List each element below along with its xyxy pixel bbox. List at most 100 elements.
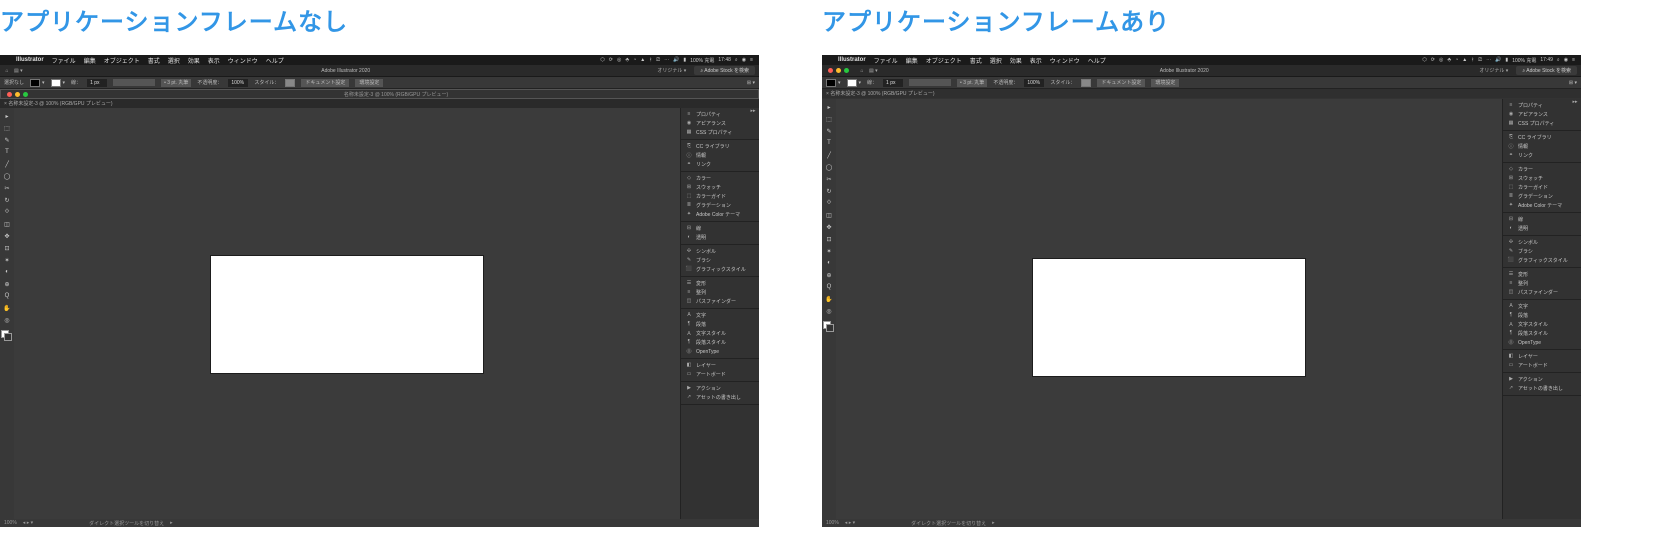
menu-view[interactable]: 表示 bbox=[1026, 56, 1046, 65]
panel-item[interactable]: ⊞スウォッチ bbox=[1503, 174, 1581, 183]
opacity-input[interactable]: 100% bbox=[228, 79, 248, 87]
tool-button[interactable]: Q bbox=[2, 291, 12, 301]
panel-item[interactable]: ⊟線 bbox=[1503, 215, 1581, 224]
panel-item[interactable]: ☰変形 bbox=[1503, 270, 1581, 279]
display-icon[interactable]: ⎚ bbox=[656, 57, 660, 63]
tool-button[interactable]: ⟐ bbox=[824, 198, 834, 208]
menu-file[interactable]: ファイル bbox=[870, 56, 902, 65]
menu-help[interactable]: ヘルプ bbox=[1084, 56, 1110, 65]
panel-item[interactable]: ▶アクション bbox=[1503, 375, 1581, 384]
opacity-input[interactable]: 100% bbox=[1024, 79, 1044, 87]
panel-item[interactable]: ▦CSS プロパティ bbox=[1503, 119, 1581, 128]
window-traffic-lights[interactable] bbox=[1, 92, 34, 97]
volume-icon[interactable]: 🔊 bbox=[1495, 57, 1501, 63]
notifications-icon[interactable]: ≡ bbox=[750, 57, 753, 63]
panel-item[interactable]: ⚭リンク bbox=[681, 160, 759, 169]
battery-icon[interactable]: ▮ bbox=[683, 57, 686, 63]
align-to-icon[interactable]: ⊞ ▾ bbox=[747, 80, 755, 86]
close-icon[interactable] bbox=[7, 92, 12, 97]
tool-button[interactable]: ◫ bbox=[824, 210, 834, 220]
menu-help[interactable]: ヘルプ bbox=[262, 56, 288, 65]
tool-button[interactable]: ✎ bbox=[824, 126, 834, 136]
app-name[interactable]: Illustrator bbox=[834, 57, 870, 63]
tool-button[interactable]: ◎ bbox=[2, 315, 12, 325]
tool-button[interactable]: ◯ bbox=[2, 171, 12, 181]
canvas[interactable] bbox=[14, 108, 680, 519]
tool-button[interactable]: T bbox=[2, 147, 12, 157]
panel-item[interactable]: ≣グラデーション bbox=[1503, 192, 1581, 201]
stroke-swatch[interactable] bbox=[847, 79, 857, 87]
sync-icon[interactable]: ⟳ bbox=[1431, 57, 1435, 63]
menu-effect[interactable]: 効果 bbox=[1006, 56, 1026, 65]
tool-button[interactable]: ⊡ bbox=[824, 234, 834, 244]
tool-button[interactable]: ⊕ bbox=[2, 279, 12, 289]
panel-item[interactable]: ◐透明 bbox=[1503, 224, 1581, 233]
shield-icon[interactable]: ⬘ bbox=[1447, 57, 1451, 63]
panel-item[interactable]: ⊟線 bbox=[681, 224, 759, 233]
panel-item[interactable]: ⬚カラーガイド bbox=[1503, 183, 1581, 192]
panel-item[interactable]: ≡整列 bbox=[1503, 279, 1581, 288]
status-dots-icon[interactable]: ⋯ bbox=[1486, 57, 1491, 63]
panel-item[interactable]: ◇カラー bbox=[1503, 165, 1581, 174]
tool-button[interactable]: ▸ bbox=[2, 111, 12, 121]
panel-item[interactable]: ◉アピアランス bbox=[681, 119, 759, 128]
cc-icon[interactable]: ◎ bbox=[1439, 57, 1443, 63]
panel-item[interactable]: ¶段落スタイル bbox=[1503, 329, 1581, 338]
tool-button[interactable]: ▸ bbox=[824, 102, 834, 112]
panel-item[interactable]: Ａ文字スタイル bbox=[1503, 320, 1581, 329]
brush-preset[interactable]: • 3 pt. 丸筆 bbox=[161, 79, 191, 87]
panel-item[interactable]: ⓘ情報 bbox=[681, 151, 759, 160]
panel-item[interactable]: ¶段落 bbox=[1503, 311, 1581, 320]
artboard-nav[interactable]: ◂ ▸ ▾ bbox=[23, 520, 33, 526]
tool-button[interactable]: ✥ bbox=[824, 222, 834, 232]
bluetooth-icon[interactable]: ᚼ bbox=[649, 57, 652, 63]
stroke-weight-input[interactable]: 1 px bbox=[883, 79, 903, 87]
wifi-icon[interactable]: ▲ bbox=[1462, 57, 1467, 63]
wifi-icon[interactable]: ▲ bbox=[640, 57, 645, 63]
menu-select[interactable]: 選択 bbox=[164, 56, 184, 65]
panel-item[interactable]: ✣シンボル bbox=[681, 247, 759, 256]
panel-item[interactable]: ◫パスファインダー bbox=[681, 297, 759, 306]
tool-button[interactable]: ↻ bbox=[824, 186, 834, 196]
workspace-switcher[interactable]: オリジナル ▾ bbox=[1479, 67, 1508, 74]
cc-icon[interactable]: ◎ bbox=[617, 57, 621, 63]
workspace-switcher[interactable]: オリジナル ▾ bbox=[657, 67, 686, 74]
panel-item[interactable]: ≣グラデーション bbox=[681, 201, 759, 210]
arrange-docs-icon[interactable]: ▤ ▾ bbox=[869, 68, 889, 74]
document-setup-button[interactable]: ドキュメント設定 bbox=[301, 79, 349, 87]
panel-item[interactable]: ⚭リンク bbox=[1503, 151, 1581, 160]
fill-stroke-control[interactable] bbox=[1, 330, 13, 342]
panel-item[interactable]: A文字 bbox=[681, 311, 759, 320]
panel-item[interactable]: ☰変形 bbox=[681, 279, 759, 288]
tool-button[interactable]: ✎ bbox=[2, 135, 12, 145]
tool-button[interactable]: ⟐ bbox=[2, 207, 12, 217]
tool-button[interactable]: T bbox=[824, 138, 834, 148]
panel-item[interactable]: ▶アクション bbox=[681, 384, 759, 393]
panel-item[interactable]: ⓘ情報 bbox=[1503, 142, 1581, 151]
zoom-icon[interactable] bbox=[844, 68, 849, 73]
close-icon[interactable] bbox=[828, 68, 833, 73]
tool-button[interactable]: ◯ bbox=[824, 162, 834, 172]
tool-button[interactable]: ✋ bbox=[2, 303, 12, 313]
tool-button[interactable]: ⊕ bbox=[824, 270, 834, 280]
menu-select[interactable]: 選択 bbox=[986, 56, 1006, 65]
menu-window[interactable]: ウィンドウ bbox=[1046, 56, 1084, 65]
panel-item[interactable]: ⊞スウォッチ bbox=[681, 183, 759, 192]
tool-button[interactable]: ✂ bbox=[824, 174, 834, 184]
panel-item[interactable]: ✎ブラシ bbox=[1503, 247, 1581, 256]
panel-item[interactable]: ✦Adobe Color テーマ bbox=[681, 210, 759, 219]
stroke-weight-input[interactable]: 1 px bbox=[87, 79, 107, 87]
menu-window[interactable]: ウィンドウ bbox=[224, 56, 262, 65]
panel-item[interactable]: ¶段落スタイル bbox=[681, 338, 759, 347]
tool-button[interactable]: ✥ bbox=[2, 231, 12, 241]
tool-button[interactable]: ╱ bbox=[824, 150, 834, 160]
tool-button[interactable]: ⊡ bbox=[2, 243, 12, 253]
status-dots-icon[interactable]: ⋯ bbox=[664, 57, 669, 63]
align-to-icon[interactable]: ⊞ ▾ bbox=[1569, 80, 1577, 86]
menu-edit[interactable]: 編集 bbox=[902, 56, 922, 65]
figma-icon[interactable]: ◔ bbox=[1455, 57, 1458, 63]
panel-item[interactable]: ↗アセットの書き出し bbox=[681, 393, 759, 402]
graphic-style-swatch[interactable] bbox=[1081, 79, 1091, 87]
document-tab[interactable]: × 名称未設定-3 @ 100% (RGB/GPU プレビュー) bbox=[0, 99, 759, 108]
tool-button[interactable]: ✶ bbox=[824, 246, 834, 256]
